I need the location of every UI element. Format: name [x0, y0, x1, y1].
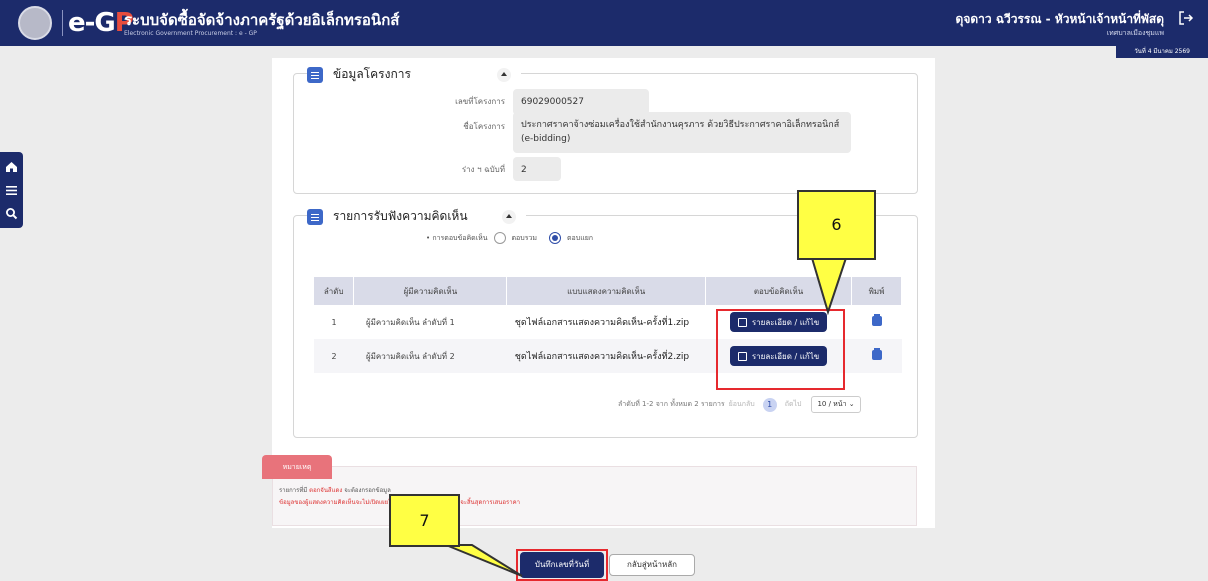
pointer-6 [810, 257, 848, 316]
callout-pointers [445, 257, 848, 577]
callout-7: 7 [389, 494, 460, 547]
callout-6: 6 [797, 190, 876, 260]
pointer-7 [445, 544, 523, 577]
